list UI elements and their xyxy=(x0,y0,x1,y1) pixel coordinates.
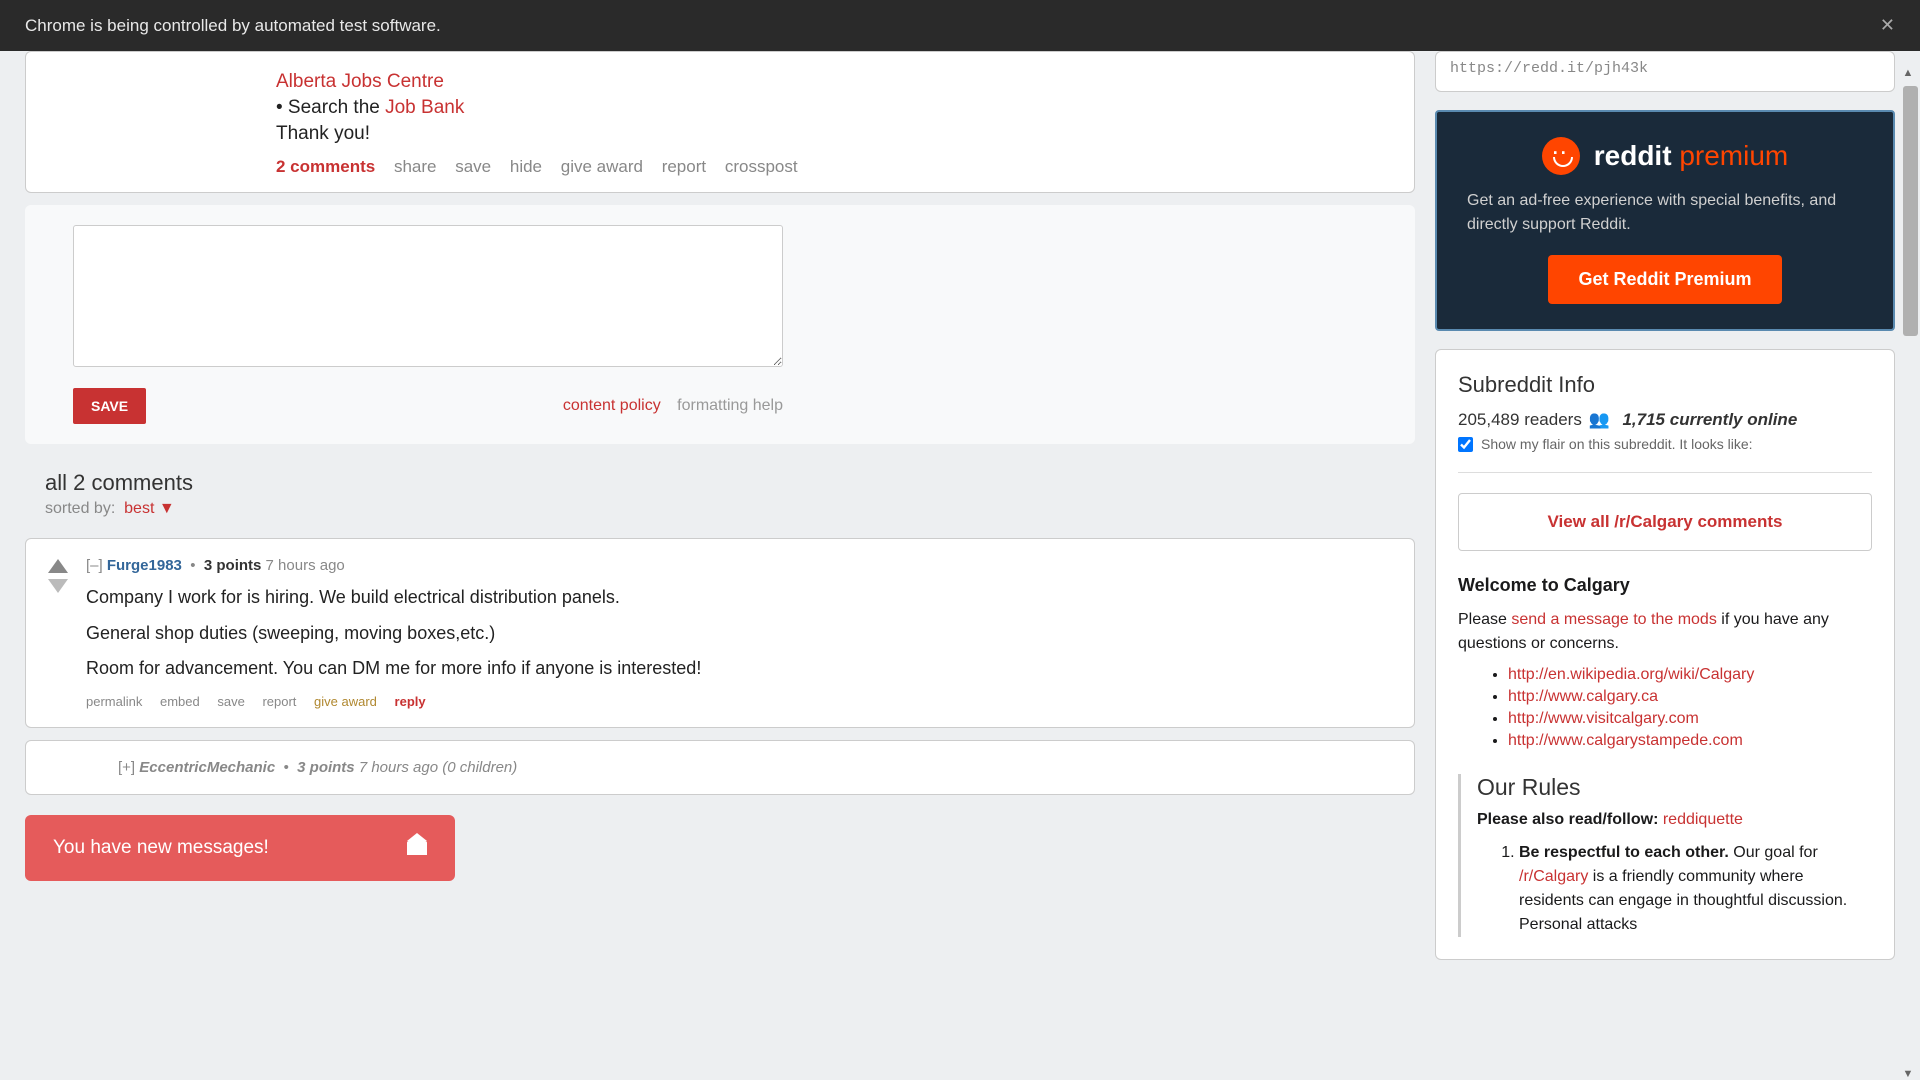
post-link-jobs-centre[interactable]: Alberta Jobs Centre xyxy=(276,71,444,92)
post-actions: 2 comments share save hide give award re… xyxy=(276,157,1394,177)
mail-icon xyxy=(407,841,427,855)
report-link[interactable]: report xyxy=(662,157,706,176)
show-flair-label: Show my flair on this subreddit. It look… xyxy=(1481,436,1753,452)
premium-promo: reddit premium Get an ad-free experience… xyxy=(1435,110,1895,331)
online-count: 1,715 xyxy=(1622,410,1665,429)
hide-link[interactable]: hide xyxy=(510,157,542,176)
sorted-by-label: sorted by: xyxy=(45,500,115,517)
short-url-text[interactable]: https://redd.it/pjh43k xyxy=(1450,60,1648,77)
collapsed-author[interactable]: EccentricMechanic xyxy=(139,759,275,776)
post-bullet-text: • Search the xyxy=(276,97,385,118)
short-url-box: https://redd.it/pjh43k xyxy=(1435,51,1895,92)
comment-give-award-link[interactable]: give award xyxy=(314,694,377,709)
upvote-icon[interactable] xyxy=(48,559,68,573)
premium-title-2: premium xyxy=(1679,140,1788,171)
give-award-link[interactable]: give award xyxy=(561,157,643,176)
collapsed-meta: 7 hours ago (0 children) xyxy=(359,759,517,776)
show-flair-checkbox[interactable] xyxy=(1458,437,1473,452)
comment-time: 7 hours ago xyxy=(266,557,345,574)
readers-count: 205,489 xyxy=(1458,410,1519,429)
collapse-toggle[interactable]: [–] xyxy=(86,557,103,574)
crosspost-link[interactable]: crosspost xyxy=(725,157,798,176)
subreddit-info-box: Subreddit Info 205,489 readers 👥 1,715 c… xyxy=(1435,349,1895,960)
close-icon[interactable]: ✕ xyxy=(1880,15,1895,36)
reddit-logo-icon xyxy=(1542,137,1580,175)
comment-card: [–] Furge1983 • 3 points 7 hours ago Com… xyxy=(25,538,1415,728)
collapsed-points: 3 points xyxy=(297,759,355,776)
view-all-comments-button[interactable]: View all /r/Calgary comments xyxy=(1458,493,1872,551)
permalink-link[interactable]: permalink xyxy=(86,694,142,709)
wiki-link[interactable]: http://en.wikipedia.org/wiki/Calgary xyxy=(1508,666,1754,683)
post-card: Alberta Jobs Centre • Search the Job Ban… xyxy=(25,51,1415,193)
comments-link[interactable]: 2 comments xyxy=(276,157,375,176)
resource-links: http://en.wikipedia.org/wiki/Calgary htt… xyxy=(1458,666,1872,750)
rules-heading: Our Rules xyxy=(1477,774,1872,801)
comments-count-title: all 2 comments xyxy=(45,470,1395,496)
comment-author[interactable]: Furge1983 xyxy=(107,557,182,574)
get-premium-button[interactable]: Get Reddit Premium xyxy=(1548,255,1781,304)
comment-points: 3 points xyxy=(204,557,262,574)
message-mods-link[interactable]: send a message to the mods xyxy=(1511,611,1716,628)
scroll-down-arrow-icon[interactable]: ▼ xyxy=(1903,1068,1914,1080)
banner-text: Chrome is being controlled by automated … xyxy=(25,16,441,36)
divider xyxy=(1458,472,1872,473)
online-label: currently online xyxy=(1670,410,1798,429)
comment-actions: permalink embed save report give award r… xyxy=(86,694,1392,709)
welcome-heading: Welcome to Calgary xyxy=(1458,575,1872,596)
comment-textarea[interactable] xyxy=(73,225,783,367)
post-thanks: Thank you! xyxy=(276,123,1394,145)
visit-calgary-link[interactable]: http://www.visitcalgary.com xyxy=(1508,710,1699,727)
new-messages-notification[interactable]: You have new messages! xyxy=(25,815,455,881)
reply-link[interactable]: reply xyxy=(395,694,426,709)
collapsed-comment: [+] EccentricMechanic • 3 points 7 hours… xyxy=(25,740,1415,795)
users-online-icon: 👥 xyxy=(1589,410,1610,430)
readers-label: readers xyxy=(1524,410,1582,429)
comment-save-link[interactable]: save xyxy=(217,694,244,709)
comments-header: all 2 comments sorted by: best ▼ xyxy=(25,462,1415,526)
downvote-icon[interactable] xyxy=(48,579,68,593)
welcome-text: Please send a message to the mods if you… xyxy=(1458,608,1872,656)
calgary-ca-link[interactable]: http://www.calgary.ca xyxy=(1508,688,1658,705)
r-calgary-link[interactable]: /r/Calgary xyxy=(1519,868,1588,885)
subreddit-info-heading: Subreddit Info xyxy=(1458,372,1872,398)
content-policy-link[interactable]: content policy xyxy=(563,397,661,414)
premium-description: Get an ad-free experience with special b… xyxy=(1467,189,1863,237)
post-link-job-bank[interactable]: Job Bank xyxy=(385,97,464,118)
scrollbar-thumb[interactable] xyxy=(1903,86,1918,336)
rule-1-title: Be respectful to each other. xyxy=(1519,844,1729,861)
save-link[interactable]: save xyxy=(455,157,491,176)
comment-report-link[interactable]: report xyxy=(262,694,296,709)
vote-column xyxy=(48,557,68,709)
stampede-link[interactable]: http://www.calgarystampede.com xyxy=(1508,732,1743,749)
sort-dropdown[interactable]: best ▼ xyxy=(124,500,175,517)
automation-banner: Chrome is being controlled by automated … xyxy=(0,0,1920,51)
formatting-help-link[interactable]: formatting help xyxy=(677,397,783,414)
comment-form: SAVE content policy formatting help xyxy=(25,205,1415,444)
share-link[interactable]: share xyxy=(394,157,437,176)
premium-title-1: reddit xyxy=(1594,140,1672,171)
save-button[interactable]: SAVE xyxy=(73,388,146,424)
expand-toggle[interactable]: [+] xyxy=(118,759,135,776)
comment-text: Company I work for is hiring. We build e… xyxy=(86,582,1392,684)
reddiquette-link[interactable]: reddiquette xyxy=(1663,811,1743,828)
embed-link[interactable]: embed xyxy=(160,694,200,709)
rules-list: Be respectful to each other. Our goal fo… xyxy=(1477,841,1872,937)
scroll-up-arrow-icon[interactable]: ▲ xyxy=(1903,67,1914,79)
notification-text: You have new messages! xyxy=(53,837,269,859)
